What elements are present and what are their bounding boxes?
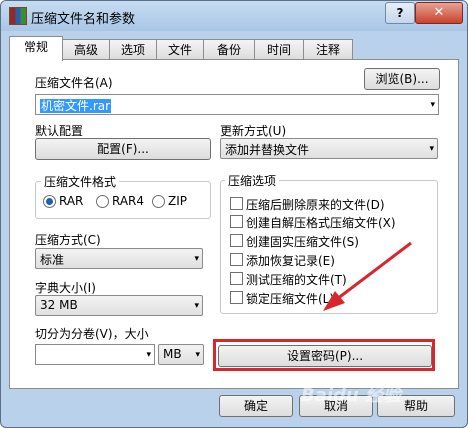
ok-button[interactable]: 确定 <box>219 395 293 417</box>
tab-general[interactable]: 常规 <box>9 36 63 61</box>
watermark: Baidu 经验 <box>301 385 402 406</box>
dialog-window: 压缩文件名和参数 ? ✕ 常规 高级 选项 文件 备份 时间 注释 压缩文件名(… <box>0 0 468 428</box>
annotation-arrow-icon <box>323 241 412 311</box>
